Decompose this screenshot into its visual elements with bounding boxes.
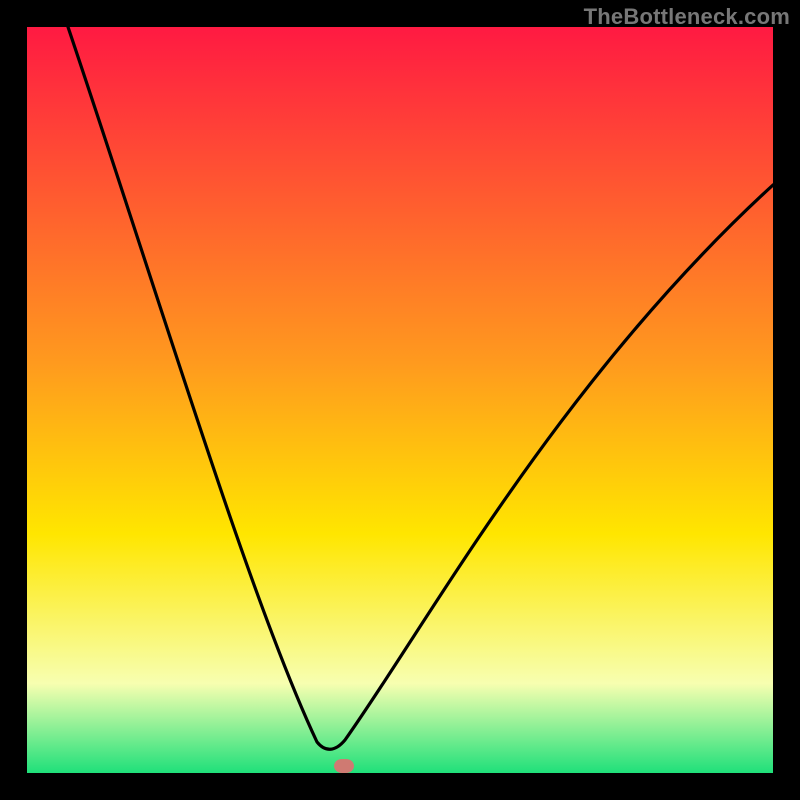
chart-frame: TheBottleneck.com: [0, 0, 800, 800]
watermark-text: TheBottleneck.com: [584, 4, 790, 30]
bottleneck-curve: [68, 27, 773, 749]
curve-layer: [0, 0, 800, 800]
optimal-marker: [334, 759, 354, 773]
